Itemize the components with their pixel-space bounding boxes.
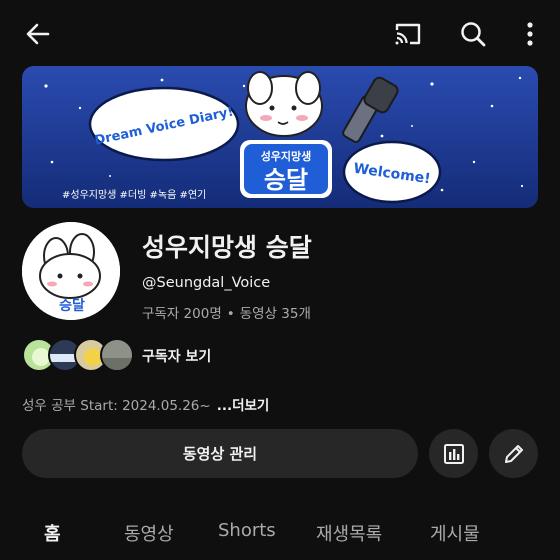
subscriber-avatar [100,338,134,372]
channel-banner[interactable]: Dream Voice Diary! 성우지망생 승달 Welcome! #성우… [22,66,538,208]
more-options-button[interactable] [510,14,550,54]
video-count: 동영상 35개 [239,306,311,322]
description-text: 성우 공부 Start: 2024.05.26~ [22,398,211,414]
welcome-bubble: Welcome! [342,140,442,204]
cast-button[interactable] [388,14,428,54]
manage-videos-button[interactable]: 동영상 관리 [22,429,418,478]
banner-hashtags: #성우지망생 #더빙 #녹음 #연기 [62,189,206,201]
channel-handle: @Seungdal_Voice [142,275,271,291]
tab-videos[interactable]: 동영상 [124,520,174,546]
more-link[interactable]: ...더보기 [217,398,270,414]
name-badge: 성우지망생 승달 [240,140,332,198]
manage-videos-label: 동영상 관리 [182,445,258,463]
mascot-character [245,71,323,137]
more-vertical-icon [527,22,533,46]
subscriber-count: 구독자 200명 [142,306,222,322]
tab-shorts[interactable]: Shorts [218,520,276,541]
svg-text:성우지망생: 성우지망생 [261,149,312,163]
channel-stats: 구독자 200명 • 동영상 35개 [142,302,311,322]
search-icon [461,22,486,47]
analytics-icon [443,443,464,464]
dream-voice-bubble: Dream Voice Diary! [88,86,240,162]
cast-icon [395,23,421,45]
channel-tabs: 홈 동영상 Shorts 재생목록 게시물 [0,508,560,560]
pencil-icon [504,444,523,463]
search-button[interactable] [453,14,493,54]
arrow-left-icon [26,23,50,45]
channel-description[interactable]: 성우 공부 Start: 2024.05.26~ ...더보기 [22,394,269,414]
back-button[interactable] [18,14,58,54]
channel-name: 성우지망생 승달 [142,233,312,262]
tab-playlists[interactable]: 재생목록 [316,520,382,546]
avatar-caption: 승달 [59,298,85,314]
edit-channel-button[interactable] [489,429,538,478]
stats-separator: • [226,306,235,322]
view-subscribers-label: 구독자 보기 [142,349,212,365]
top-app-bar [0,0,560,66]
tab-home[interactable]: 홈 [44,520,61,546]
tab-posts[interactable]: 게시물 [430,520,480,546]
svg-text:승달: 승달 [264,166,308,194]
channel-avatar[interactable]: 승달 [22,222,120,320]
analytics-button[interactable] [429,429,478,478]
